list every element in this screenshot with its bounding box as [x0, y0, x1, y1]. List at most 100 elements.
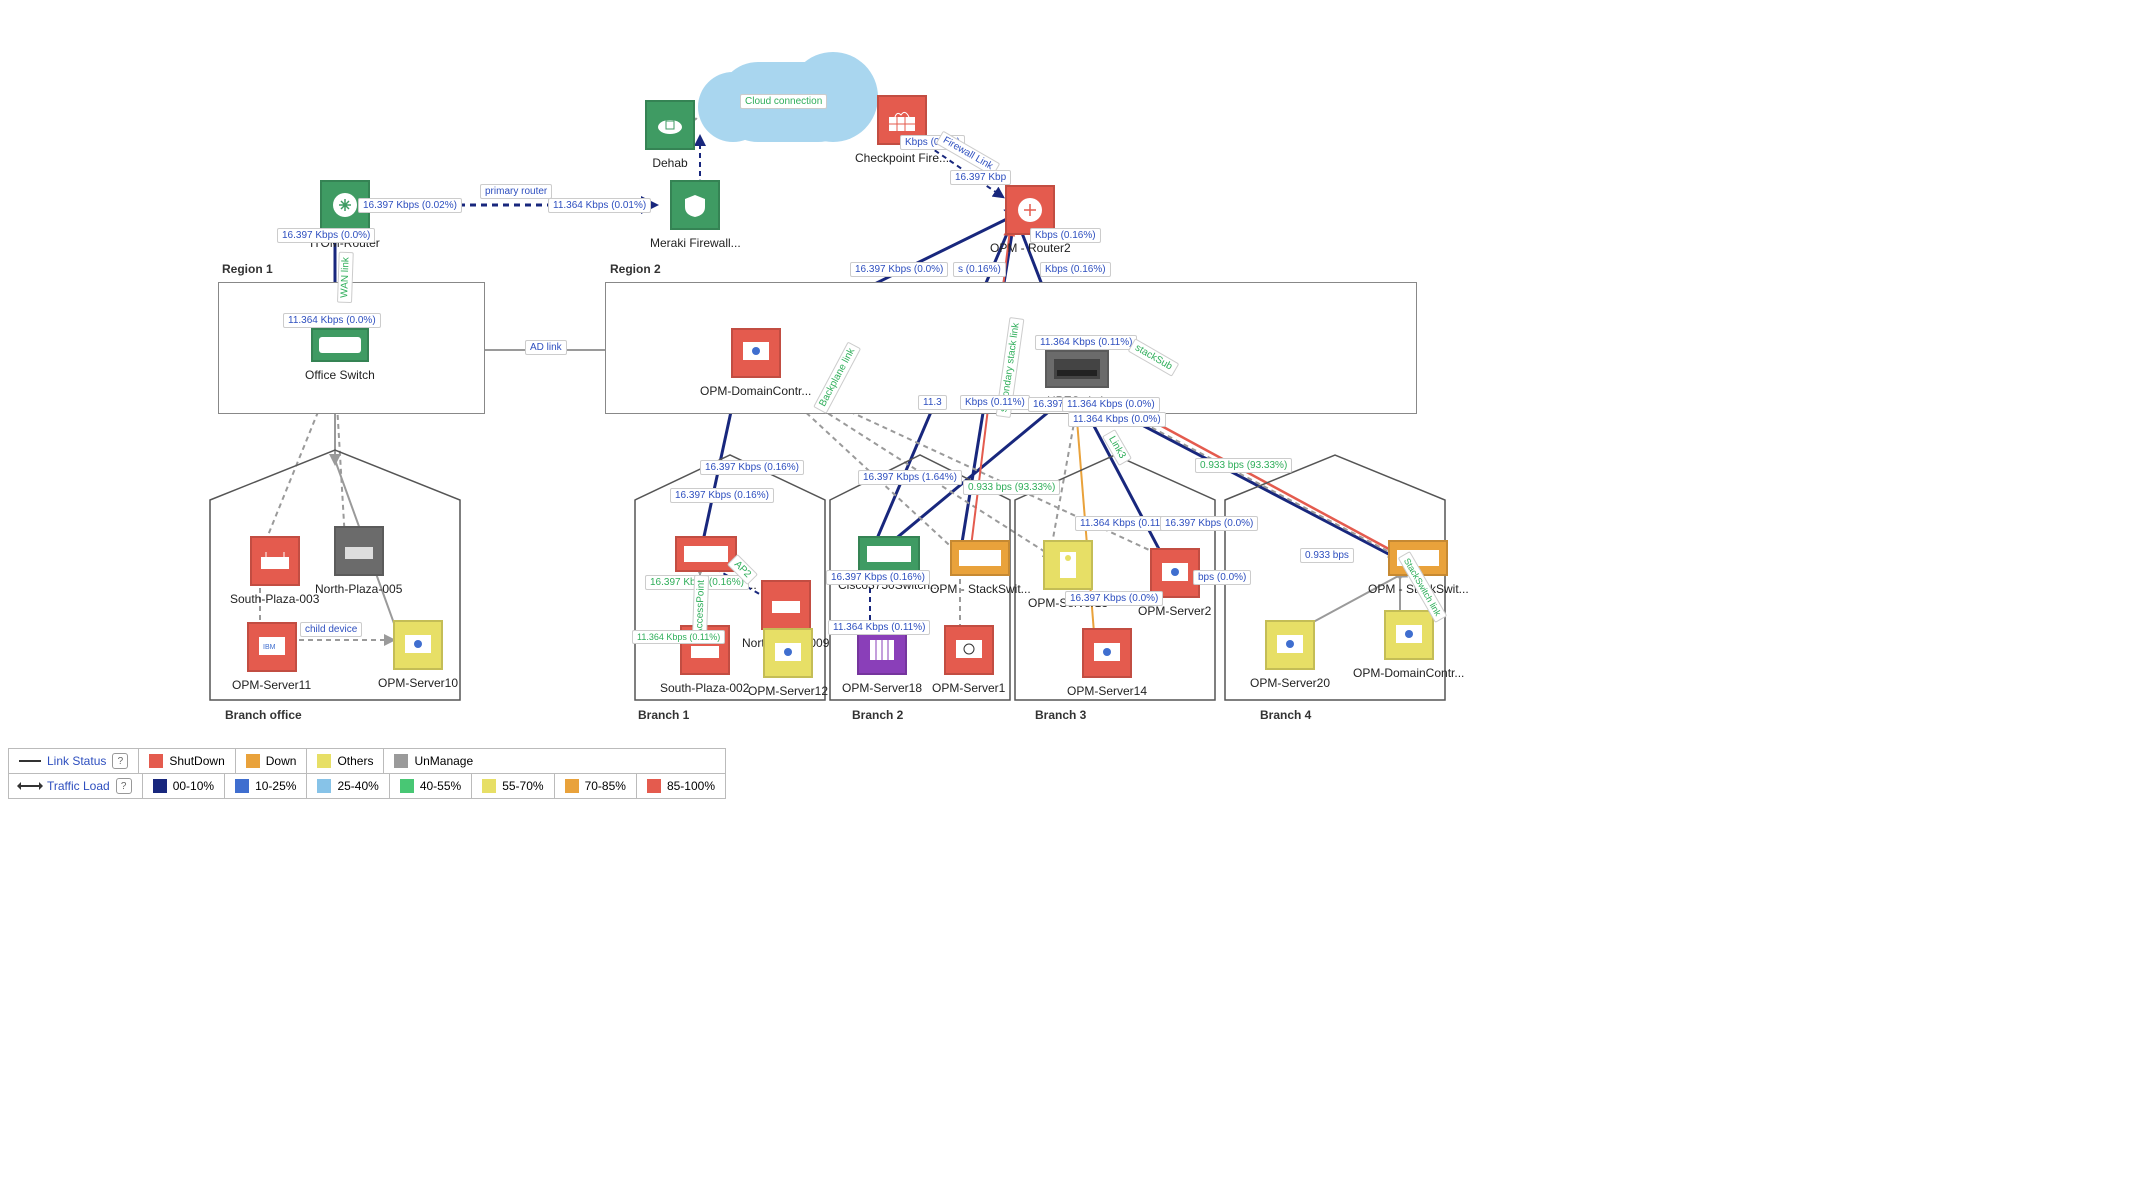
legend-unmanage: UnManage: [384, 749, 483, 773]
branch-1-label: Branch 1: [638, 708, 689, 722]
node-opm-server10[interactable]: OPM-Server10: [378, 620, 458, 690]
device-icon: [761, 580, 811, 630]
branch-2-label: Branch 2: [852, 708, 903, 722]
link-label: 16.397 Kbps (0.0%): [277, 228, 375, 243]
link-label: Link3: [1102, 429, 1132, 466]
legend-t1: 00-10%: [143, 774, 225, 798]
link-label: 16.397 Kbps (0.16%): [826, 570, 930, 585]
node-label: OPM - StackSwit...: [930, 582, 1031, 596]
node-label: Office Switch: [305, 368, 375, 382]
link-label: 16.397 Kbp: [950, 170, 1011, 185]
pc-icon: IBM: [247, 622, 297, 672]
node-label: OPM-Server2: [1138, 604, 1211, 618]
link-label: AD link: [525, 340, 567, 355]
link-label: 11.364 Kbps (0.0%): [283, 313, 381, 328]
legend-t6: 70-85%: [555, 774, 637, 798]
pc-icon: [731, 328, 781, 378]
legend-t5: 55-70%: [472, 774, 554, 798]
node-meraki-firewall[interactable]: Meraki Firewall...: [650, 180, 741, 250]
node-opm-server18[interactable]: OPM-Server18: [842, 625, 922, 695]
node-opm-server20[interactable]: OPM-Server20: [1250, 620, 1330, 690]
firewall-icon: [670, 180, 720, 230]
topology-canvas: Cloud connection Region 1 Region 2 ITOM-…: [0, 0, 1500, 835]
bidirectional-icon: [19, 785, 41, 787]
legend-t4: 40-55%: [390, 774, 472, 798]
link-label: primary router: [480, 184, 552, 199]
server-icon: [1043, 540, 1093, 590]
pc-icon: [944, 625, 994, 675]
link-label: WAN link: [337, 252, 354, 303]
legend-t3: 25-40%: [307, 774, 389, 798]
link-label: 11.3: [918, 395, 947, 410]
link-label: 16.397 Kbps (0.0%): [1160, 516, 1258, 531]
node-opm-domain[interactable]: OPM-DomainContr...: [700, 328, 811, 398]
node-checkpoint[interactable]: Checkpoint Fire...: [855, 95, 949, 165]
node-label: Checkpoint Fire...: [855, 151, 949, 165]
link-label: 0.933 bps (93.33%): [1195, 458, 1292, 473]
node-label: OPM-Server10: [378, 676, 458, 690]
node-label: OPM-DomainContr...: [1353, 666, 1464, 680]
node-office-switch[interactable]: Office Switch: [305, 328, 375, 382]
node-label: South-Plaza-003: [230, 592, 319, 606]
node-opm-domain2[interactable]: OPM-DomainContr...: [1353, 610, 1464, 680]
node-label: OPM-Server14: [1067, 684, 1147, 698]
help-icon[interactable]: ?: [112, 753, 128, 769]
node-opm-server1[interactable]: OPM-Server1: [932, 625, 1005, 695]
switch-icon: [1045, 350, 1109, 388]
link-label: 16.397 Kbps (0.02%): [358, 198, 462, 213]
link-label: 16.397 Kbps (1.64%): [858, 470, 962, 485]
link-label: 11.364 Kbps (0.0%): [1062, 397, 1160, 412]
device-icon: [334, 526, 384, 576]
region-1-label: Region 1: [222, 262, 273, 276]
node-opm-server12[interactable]: OPM-Server12: [748, 628, 828, 698]
region-2-label: Region 2: [610, 262, 661, 276]
legend-traffic-load: Traffic Load ?: [9, 774, 143, 798]
link-label: 16.397 Kbps (0.0%): [1065, 591, 1163, 606]
link-label: 16.397 Kbps (0.0%): [850, 262, 948, 277]
switch-icon: [950, 540, 1010, 576]
node-opm-router2[interactable]: OPM - Router2: [990, 185, 1071, 255]
cloud-node-icon: [645, 100, 695, 150]
link-label: 0.933 bps (93.33%): [963, 480, 1060, 495]
node-label: OPM-Server1: [932, 681, 1005, 695]
node-label: OPM-Server18: [842, 681, 922, 695]
link-label: 16.397 Kbps (0.16%): [670, 488, 774, 503]
node-dehab[interactable]: Dehab: [645, 100, 695, 170]
node-label: OPM-DomainContr...: [700, 384, 811, 398]
legend-panel: Link Status ? ShutDown Down Others UnMan…: [8, 748, 726, 799]
link-label: Kbps (0.16%): [1030, 228, 1101, 243]
pc-icon: [393, 620, 443, 670]
pc-icon: [1384, 610, 1434, 660]
node-opm-server14[interactable]: OPM-Server14: [1067, 628, 1147, 698]
cloud-connection-label: Cloud connection: [740, 94, 827, 109]
node-north-plaza-005[interactable]: North-Plaza-005: [315, 526, 402, 596]
device-icon: [250, 536, 300, 586]
link-label: 11.364 Kbps (0.11%): [828, 620, 930, 635]
legend-down: Down: [236, 749, 308, 773]
legend-shutdown: ShutDown: [139, 749, 235, 773]
legend-label: Link Status: [47, 754, 106, 768]
link-label: 16.397 Kbps (0.16%): [700, 460, 804, 475]
branch-office-label: Branch office: [225, 708, 302, 722]
legend-others: Others: [307, 749, 384, 773]
node-label: OPM-Server12: [748, 684, 828, 698]
node-south-plaza-003[interactable]: South-Plaza-003: [230, 536, 319, 606]
switch-icon: [311, 328, 369, 362]
link-label: child device: [300, 622, 362, 637]
legend-link-status: Link Status ?: [9, 749, 139, 773]
node-label: OPM-Server20: [1250, 676, 1330, 690]
link-label: bps (0.0%): [1193, 570, 1251, 585]
help-icon[interactable]: ?: [116, 778, 132, 794]
link-label: 11.364 Kbps (0.01%): [548, 198, 651, 213]
node-label: OPM - Router2: [990, 241, 1071, 255]
node-label: South-Plaza-002: [660, 681, 749, 695]
node-label: OPM-Server11: [232, 678, 311, 692]
link-label: Kbps (0.11%): [960, 395, 1030, 410]
pc-icon: [1265, 620, 1315, 670]
link-label: 11.364 Kbps (0.0%): [1068, 412, 1166, 427]
link-label: 11.364 Kbps (0.11%): [632, 630, 725, 644]
node-label: Meraki Firewall...: [650, 236, 741, 250]
node-opm-stackswitch[interactable]: OPM - StackSwit...: [930, 540, 1031, 596]
switch-icon: [858, 536, 920, 572]
branch-4-label: Branch 4: [1260, 708, 1311, 722]
